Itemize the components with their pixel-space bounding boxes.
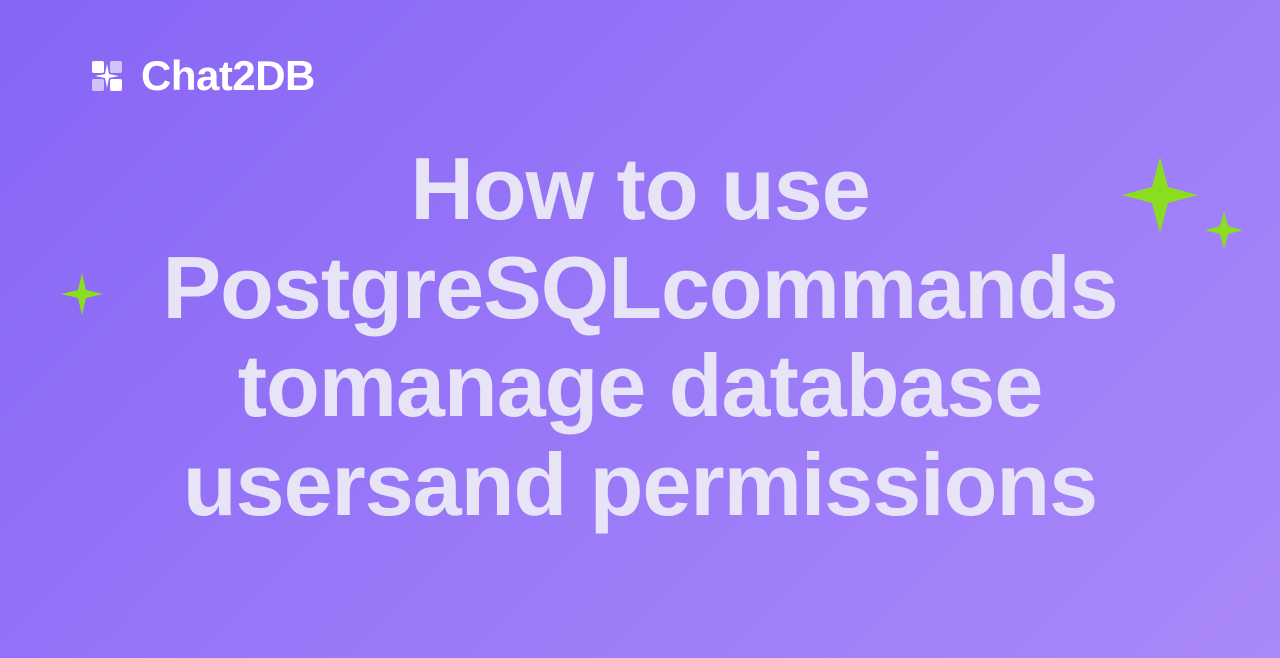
- star-icon: [1204, 210, 1244, 255]
- title-line-2: PostgreSQLcommands: [30, 239, 1250, 338]
- title-line-4: usersand permissions: [30, 436, 1250, 535]
- star-icon: [1120, 155, 1200, 240]
- page-title: How to use PostgreSQLcommands tomanage d…: [0, 140, 1280, 534]
- sparkle-logo-icon: [85, 54, 129, 98]
- logo-text: Chat2DB: [141, 52, 315, 100]
- star-icon: [60, 272, 104, 321]
- logo-container: Chat2DB: [85, 52, 315, 100]
- title-line-1: How to use: [30, 140, 1250, 239]
- title-line-3: tomanage database: [30, 337, 1250, 436]
